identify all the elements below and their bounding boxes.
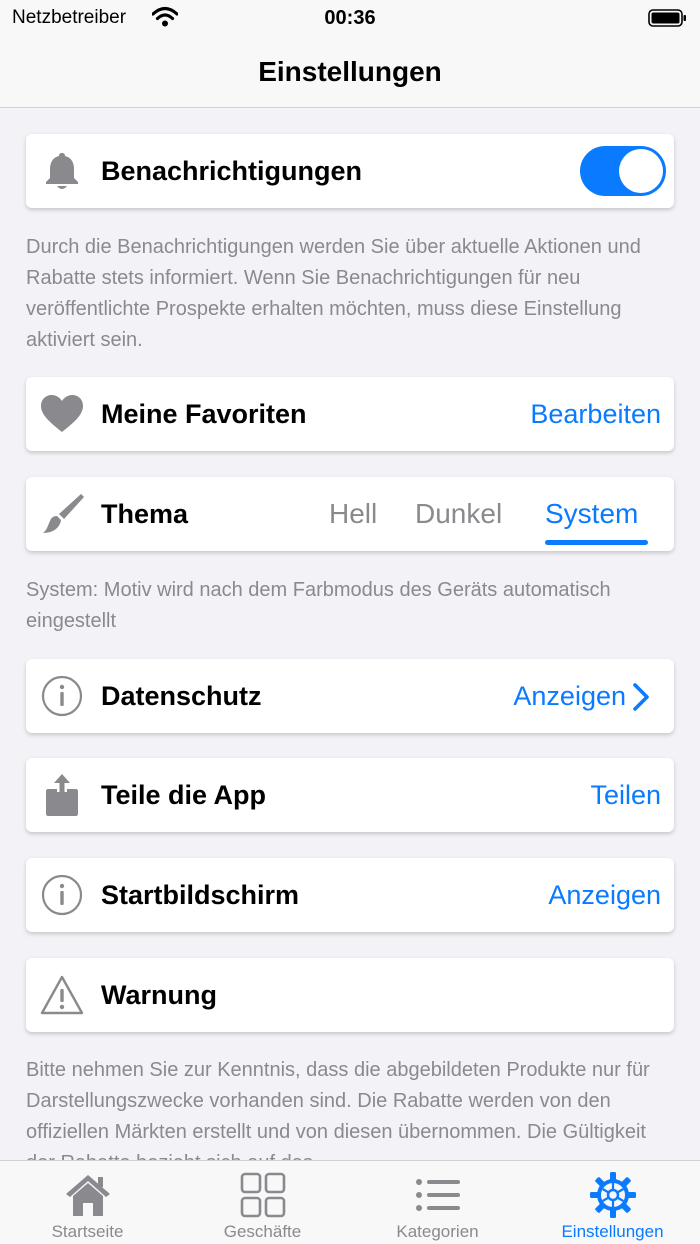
tab-geschaefte[interactable]: Geschäfte <box>175 1161 350 1244</box>
favorites-row[interactable]: Meine Favoriten Bearbeiten <box>26 377 674 451</box>
status-bar: Netzbetreiber 00:36 <box>0 0 700 36</box>
warning-icon <box>40 973 84 1017</box>
favorites-label: Meine Favoriten <box>101 399 307 429</box>
edit-favorites-button[interactable]: Bearbeiten <box>530 377 661 451</box>
notifications-toggle[interactable] <box>580 146 666 196</box>
share-icon <box>40 773 84 817</box>
info-icon <box>40 674 84 718</box>
grid-icon <box>239 1171 287 1219</box>
theme-row: Thema Hell Dunkel System <box>26 477 674 551</box>
warning-row: Warnung <box>26 958 674 1032</box>
tab-bar: Startseite Geschäfte Kategorien Einstell… <box>0 1160 700 1244</box>
tab-kategorien[interactable]: Kategorien <box>350 1161 525 1244</box>
tab-einstellungen[interactable]: Einstellungen <box>525 1161 700 1244</box>
share-app-button[interactable]: Teilen <box>590 758 661 832</box>
navigation-bar: Einstellungen <box>0 36 700 108</box>
warning-label: Warnung <box>101 980 217 1010</box>
tab-label: Kategorien <box>396 1222 479 1241</box>
theme-description: System: Motiv wird nach dem Farbmodus de… <box>26 579 611 632</box>
toggle-knob <box>619 149 663 193</box>
show-privacy-button[interactable]: Anzeigen <box>513 659 626 733</box>
page-title: Einstellungen <box>258 56 442 87</box>
tab-label: Einstellungen <box>561 1222 664 1241</box>
startscreen-row[interactable]: Startbildschirm Anzeigen <box>26 858 674 932</box>
notifications-row: Benachrichtigungen <box>26 134 674 208</box>
battery-icon <box>648 8 688 33</box>
theme-option-dunkel[interactable]: Dunkel <box>415 477 502 551</box>
show-startscreen-button[interactable]: Anzeigen <box>548 858 661 932</box>
selected-theme-indicator <box>545 540 648 545</box>
notifications-label: Benachrichtigungen <box>101 156 363 186</box>
bell-icon <box>40 149 84 193</box>
tab-label: Geschäfte <box>223 1222 302 1241</box>
chevron-right-icon <box>632 682 650 717</box>
heart-icon <box>40 392 84 436</box>
house-icon <box>64 1171 112 1219</box>
info-icon <box>40 873 84 917</box>
theme-option-hell[interactable]: Hell <box>329 477 377 551</box>
startscreen-label: Startbildschirm <box>101 880 300 910</box>
theme-label: Thema <box>101 499 189 529</box>
privacy-row[interactable]: Datenschutz Anzeigen <box>26 659 674 733</box>
gear-icon <box>589 1171 637 1219</box>
privacy-label: Datenschutz <box>101 681 262 711</box>
notifications-description: Durch die Benachrichtigungen werden Sie … <box>26 236 641 351</box>
list-icon <box>414 1171 462 1219</box>
warning-description: Bitte nehmen Sie zur Kenntnis, dass die … <box>26 1059 650 1160</box>
paintbrush-icon <box>40 492 84 536</box>
tab-label: Startseite <box>51 1222 124 1241</box>
clock: 00:36 <box>324 7 376 29</box>
tab-startseite[interactable]: Startseite <box>0 1161 175 1244</box>
share-label: Teile die App <box>101 780 267 810</box>
share-row[interactable]: Teile die App Teilen <box>26 758 674 832</box>
